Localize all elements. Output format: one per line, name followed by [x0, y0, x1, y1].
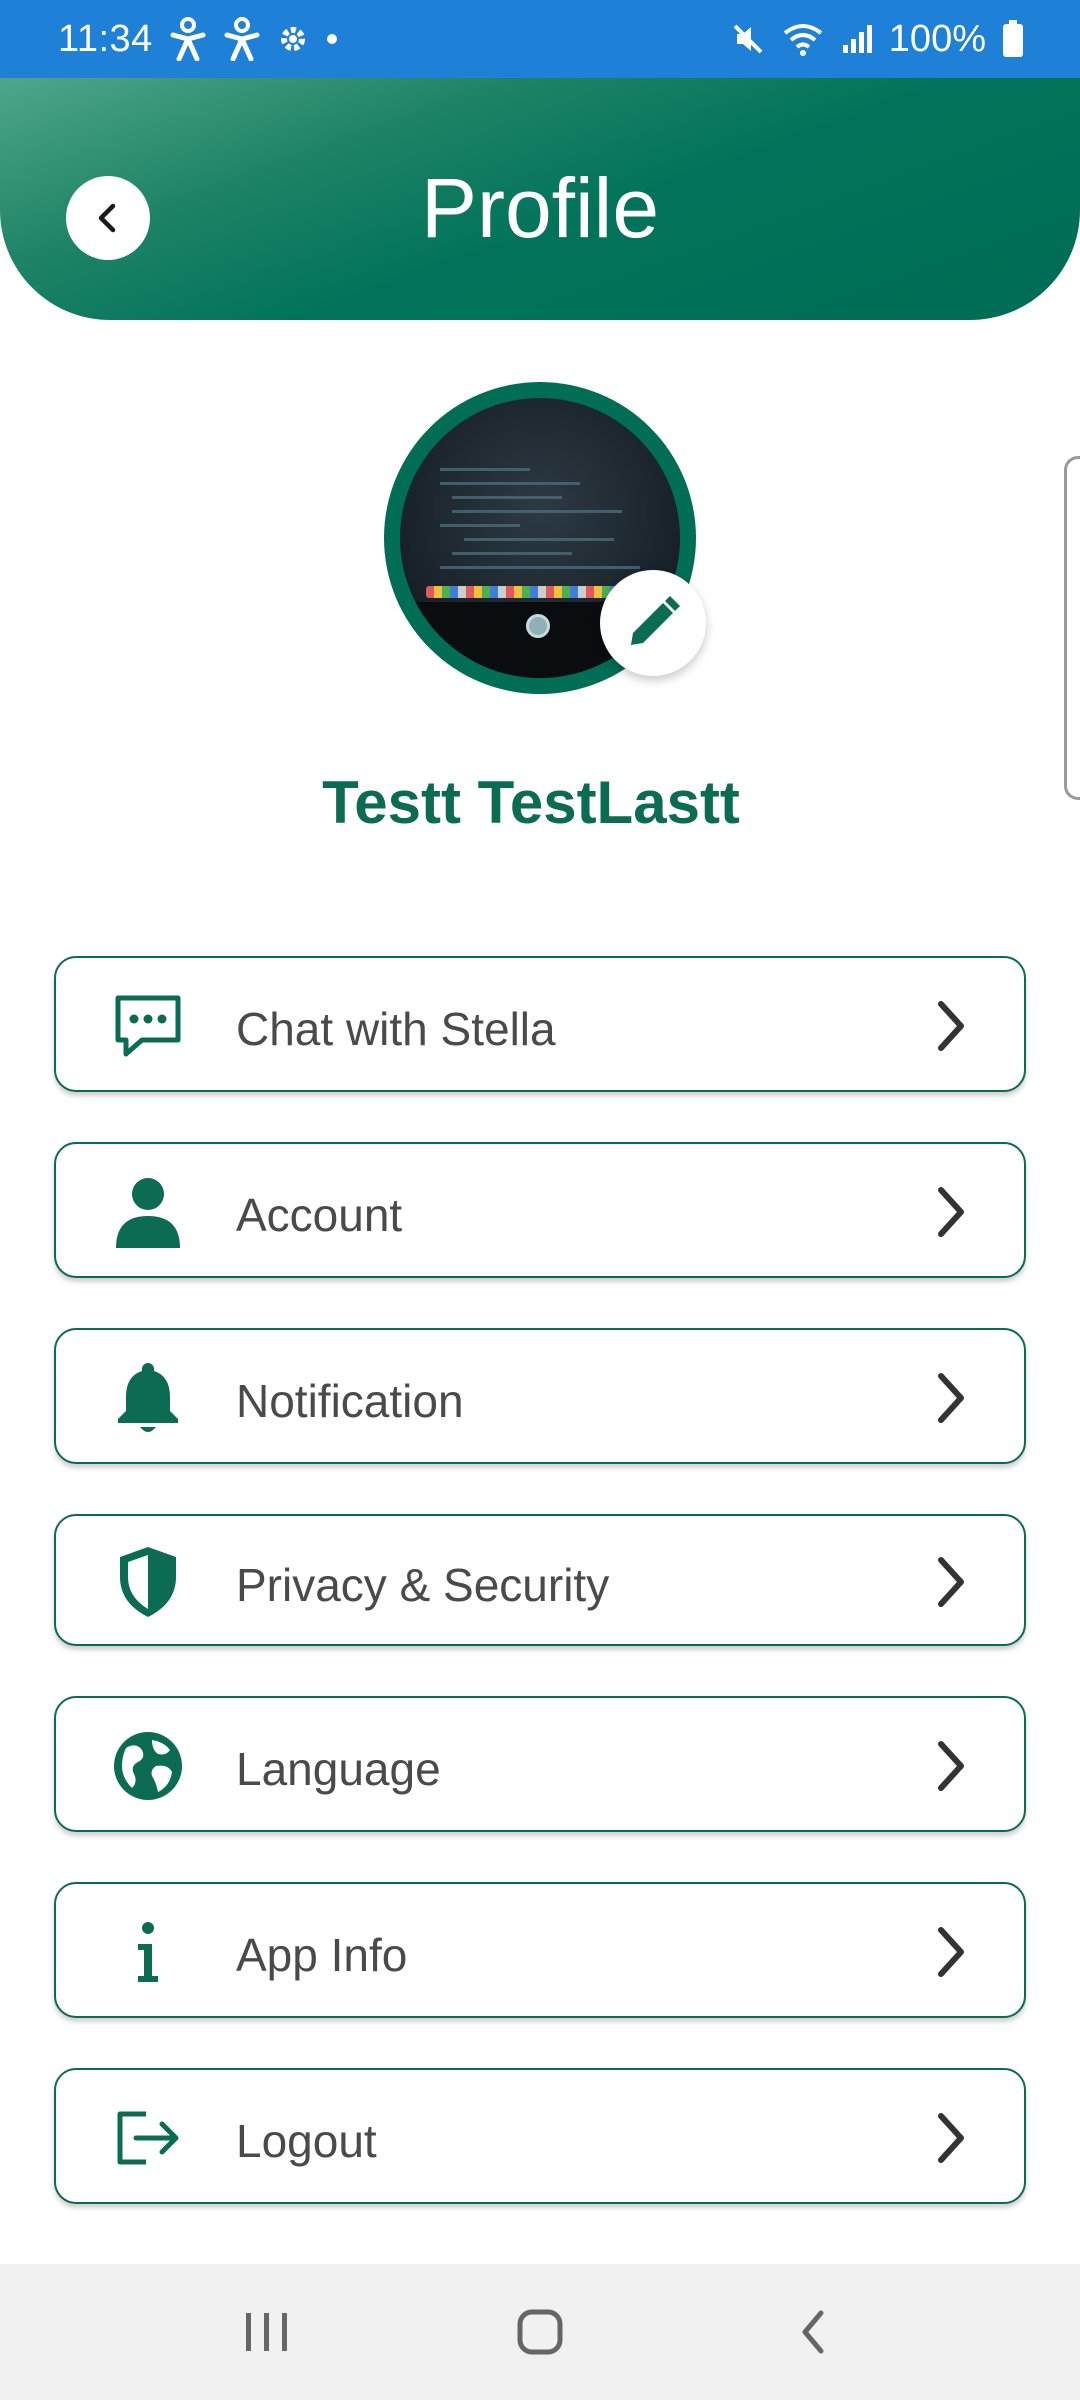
pencil-icon: [631, 596, 680, 645]
chat-icon: [108, 986, 188, 1066]
logout-icon: [108, 2098, 188, 2178]
status-left: 11:34: [58, 17, 339, 61]
bell-icon: [108, 1358, 188, 1438]
menu-item-notification[interactable]: Notification: [54, 1328, 1026, 1464]
info-icon: [108, 1912, 188, 1992]
chevron-right-icon: [926, 1368, 976, 1428]
recents-button[interactable]: [207, 2282, 327, 2382]
menu-item-logout[interactable]: Logout: [54, 2068, 1026, 2204]
avatar-wrap: [384, 382, 706, 694]
chevron-right-icon: [926, 1922, 976, 1982]
menu-item-label: Logout: [236, 2115, 377, 2167]
dot-icon: [325, 32, 339, 46]
recents-icon: [245, 2313, 287, 2351]
menu-item-language[interactable]: Language: [54, 1696, 1026, 1832]
status-right: 100%: [731, 18, 1024, 61]
status-time: 11:34: [58, 17, 153, 60]
menu-item-chat-with-stella[interactable]: Chat with Stella: [54, 956, 1026, 1092]
wifi-icon: [781, 21, 825, 57]
chevron-right-icon: [926, 996, 976, 1056]
accessibility-icon: [169, 17, 207, 61]
header: Profile: [0, 78, 1080, 320]
home-button[interactable]: [480, 2282, 600, 2382]
menu-item-label: Chat with Stella: [236, 1003, 556, 1055]
globe-icon: [108, 1726, 188, 1806]
home-icon: [517, 2309, 563, 2355]
menu-item-label: Privacy & Security: [236, 1559, 610, 1611]
person-icon: [108, 1172, 188, 1252]
signal-icon: [841, 23, 873, 55]
chevron-right-icon: [926, 2108, 976, 2168]
menu-item-privacy-security[interactable]: Privacy & Security: [54, 1514, 1026, 1646]
settings-icon: [277, 23, 309, 55]
edit-avatar-button[interactable]: [600, 570, 706, 676]
menu-item-label: App Info: [236, 1929, 408, 1981]
navigation-bar: [0, 2264, 1080, 2400]
chevron-right-icon: [926, 1182, 976, 1242]
accessibility-icon: [223, 17, 261, 61]
shield-icon: [108, 1542, 188, 1622]
chevron-right-icon: [926, 1552, 976, 1612]
battery-percent: 100%: [888, 17, 986, 60]
chevron-right-icon: [926, 1736, 976, 1796]
back-nav-button[interactable]: [753, 2282, 873, 2382]
menu-item-label: Account: [236, 1189, 403, 1241]
user-name: Testt TestLastt: [322, 769, 740, 836]
page-title: Profile: [420, 161, 660, 255]
menu-item-account[interactable]: Account: [54, 1142, 1026, 1278]
scroll-indicator[interactable]: [1064, 456, 1080, 800]
menu-item-label: Language: [236, 1743, 441, 1795]
status-bar: 11:34 100%: [0, 0, 1080, 78]
mute-icon: [731, 22, 765, 56]
menu-item-app-info[interactable]: App Info: [54, 1882, 1026, 2018]
menu-item-label: Notification: [236, 1375, 464, 1427]
back-icon: [802, 2310, 824, 2354]
battery-icon: [1002, 20, 1024, 58]
